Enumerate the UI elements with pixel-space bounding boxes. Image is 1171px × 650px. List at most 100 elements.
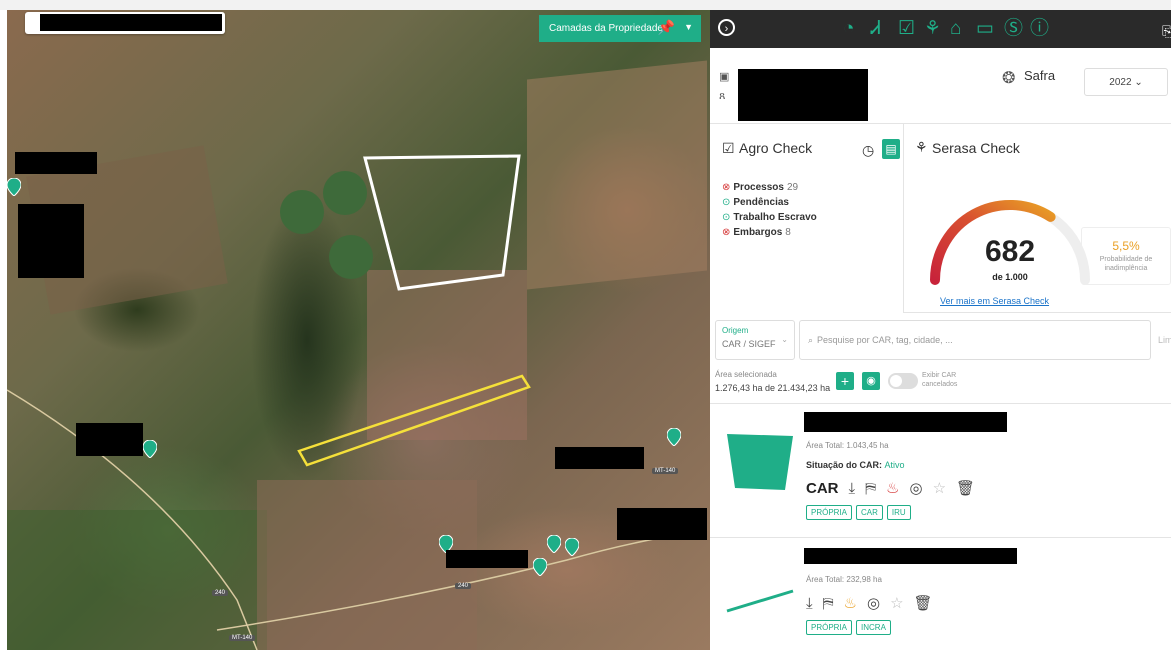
default-probability: 5,5% xyxy=(1112,239,1140,253)
panel-topbar: › ◔ Ꮧ ☑ ⚘ ⌂ ▭ Ⓢ ⓘ ⎘ xyxy=(710,10,1171,48)
property-actions: ⤓ ⛿ ♨ ◎ ☆ 🗑 xyxy=(806,594,933,613)
chevron-down-icon: ⌄ xyxy=(781,335,788,344)
alert-icon: ⊗ xyxy=(722,227,731,238)
download-icon[interactable]: ⤓ xyxy=(849,480,856,497)
tag[interactable]: IRU xyxy=(886,505,911,520)
trash-icon[interactable]: 🗑 xyxy=(914,594,933,612)
person-icon[interactable]: Ꮧ xyxy=(871,18,881,40)
map-marker-icon[interactable] xyxy=(532,557,548,577)
property-shape-thumbnail[interactable] xyxy=(725,586,795,616)
info-icon[interactable]: ⓘ xyxy=(1030,18,1049,40)
credit-score: 682 xyxy=(984,235,1036,268)
property-tags: PRÓPRIA INCRA xyxy=(806,620,891,635)
property-area: Área Total: 1.043,45 ha xyxy=(806,441,889,450)
eye-icon[interactable]: ◎ xyxy=(867,594,880,612)
fire-icon[interactable]: ♨ xyxy=(886,479,899,497)
chevron-right-icon[interactable]: › xyxy=(718,19,735,36)
redacted-block xyxy=(446,550,528,568)
divider xyxy=(903,312,1171,313)
agro-check-title: Agro Check xyxy=(739,140,813,156)
pin-icon[interactable]: 📌 xyxy=(658,19,675,36)
year-select[interactable]: 2022 ⌄ xyxy=(1084,68,1168,96)
divider xyxy=(903,123,904,313)
origin-label: Origem xyxy=(722,326,749,335)
tag[interactable]: PRÓPRIA xyxy=(806,620,853,635)
property-panel: › ◔ Ꮧ ☑ ⚘ ⌂ ▭ Ⓢ ⓘ ⎘ ▣ ጸ ❂ Safra 2022 ⌄ ☑… xyxy=(710,10,1171,650)
id-card-icon: ▣ xyxy=(719,71,730,83)
document-button[interactable]: ▤ xyxy=(882,139,900,159)
download-icon[interactable]: ⤓ xyxy=(806,595,813,612)
item-label: Pendências xyxy=(733,197,789,208)
redacted-block xyxy=(15,152,97,174)
clock-icon[interactable]: ◷ xyxy=(862,142,874,159)
view-button[interactable]: ◉ xyxy=(862,372,880,390)
tag[interactable]: PRÓPRIA xyxy=(806,505,853,520)
map-marker-icon[interactable] xyxy=(7,177,22,197)
fire-icon[interactable]: ♨ xyxy=(844,594,857,612)
wheat-icon: ❂ xyxy=(1002,70,1016,87)
satellite-map[interactable]: MT-140 240 240 MT-140 xyxy=(7,10,710,650)
serasa-more-link[interactable]: Ver mais em Serasa Check xyxy=(940,296,1049,306)
search-icon: ⌕ xyxy=(808,334,814,345)
list-item[interactable]: ⊗ Embargos 8 xyxy=(722,225,820,240)
item-label: Processos xyxy=(733,182,784,193)
clear-link[interactable]: Lim xyxy=(1158,335,1171,345)
property-area: Área Total: 232,98 ha xyxy=(806,575,882,584)
road-label: 240 xyxy=(455,583,472,589)
folder-icon[interactable]: ▭ xyxy=(976,18,994,40)
list-item[interactable]: ⊗ Processos 29 xyxy=(722,180,820,195)
window-top-strip xyxy=(0,0,1171,10)
dollar-icon[interactable]: Ⓢ xyxy=(1004,18,1023,40)
speedometer-icon[interactable]: ◔ xyxy=(843,18,854,40)
car-status-label: Situação do CAR: xyxy=(806,460,883,470)
checkbox-icon: ☑ xyxy=(722,140,735,156)
map-icon[interactable]: ⛿ xyxy=(865,480,876,497)
star-icon[interactable]: ☆ xyxy=(933,479,946,497)
check-icon: ⊙ xyxy=(722,197,731,208)
property-boundary-white[interactable] xyxy=(363,154,521,291)
property-layers-button[interactable]: Camadas da Propriedade 📌 ▼ xyxy=(539,15,701,42)
default-probability-label: Probabilidade de inadimplência xyxy=(1099,256,1153,272)
item-label: Trabalho Escravo xyxy=(733,212,817,223)
pivot-field xyxy=(280,190,324,234)
map-marker-icon[interactable] xyxy=(666,427,682,447)
item-count: 29 xyxy=(786,182,799,193)
tag[interactable]: INCRA xyxy=(856,620,891,635)
home-icon[interactable]: ⌂ xyxy=(950,18,961,40)
eye-icon[interactable]: ◎ xyxy=(909,479,922,497)
area-selected-label: Área selecionada xyxy=(715,370,777,379)
agro-check-list: ⊗ Processos 29 ⊙ Pendências ⊙ Trabalho Escra… xyxy=(722,180,820,240)
exit-icon[interactable]: ⎘ xyxy=(1162,20,1171,42)
property-boundary-yellow[interactable] xyxy=(297,374,531,467)
check-icon: ⊙ xyxy=(722,212,731,223)
origin-select[interactable]: Origem CAR / SIGEF ⌄ xyxy=(715,320,795,360)
property-shape-thumbnail[interactable] xyxy=(725,432,795,492)
list-item[interactable]: ⊙ Trabalho Escravo xyxy=(722,210,820,225)
map-marker-icon[interactable] xyxy=(142,439,158,459)
redacted-block xyxy=(617,508,707,540)
add-button[interactable]: + xyxy=(836,372,854,390)
show-canceled-label: Exibir CAR cancelados xyxy=(922,372,958,388)
plant-icon[interactable]: ⚘ xyxy=(924,18,941,40)
map-marker-icon[interactable] xyxy=(546,534,562,554)
map-icon[interactable]: ⛿ xyxy=(823,595,834,612)
item-count: 8 xyxy=(785,227,791,238)
tag[interactable]: CAR xyxy=(856,505,883,520)
show-canceled-toggle[interactable] xyxy=(888,373,918,389)
map-overlay xyxy=(7,154,708,650)
star-icon[interactable]: ☆ xyxy=(890,594,903,612)
property-search-input[interactable]: ⌕ Pesquise por CAR, tag, cidade, ... xyxy=(799,320,1151,360)
redacted-block xyxy=(804,548,1017,564)
divider xyxy=(710,403,1171,404)
pivot-field xyxy=(329,235,373,279)
chevron-down-icon[interactable]: ▼ xyxy=(684,22,693,32)
area-selected-value: 1.276,43 ha de 21.434,23 ha xyxy=(715,383,831,393)
checkbox-icon[interactable]: ☑ xyxy=(898,18,915,40)
list-item[interactable]: ⊙ Pendências xyxy=(722,195,820,210)
redacted-block xyxy=(18,204,84,278)
map-marker-icon[interactable] xyxy=(564,537,580,557)
car-code[interactable]: CAR xyxy=(806,480,839,497)
road-label: MT-140 xyxy=(652,468,679,474)
trash-icon[interactable]: 🗑 xyxy=(956,479,975,497)
divider xyxy=(710,123,1171,124)
